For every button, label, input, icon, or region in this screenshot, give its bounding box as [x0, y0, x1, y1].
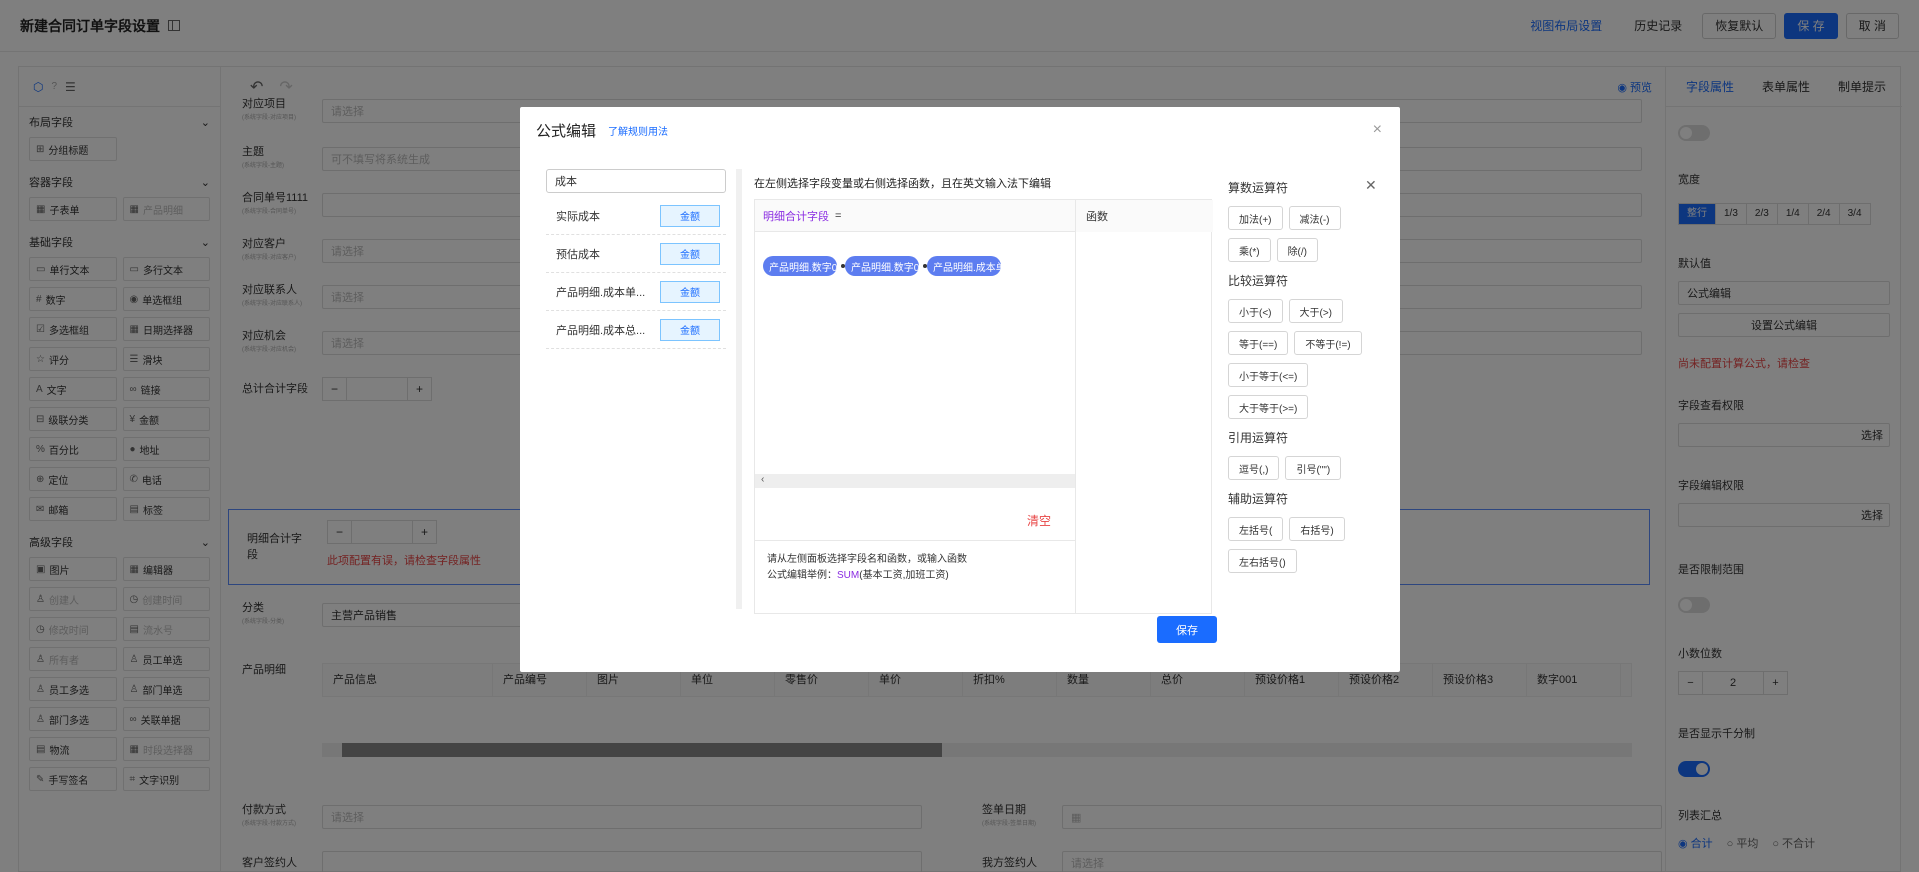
field-list-item[interactable]: 预估成本 金额 — [546, 235, 726, 273]
operator-button[interactable]: 引号("") — [1285, 456, 1342, 480]
field-list-item[interactable]: 产品明细.成本总... 金额 — [546, 311, 726, 349]
operator-button[interactable]: 大于等于(>=) — [1228, 395, 1309, 419]
field-variable-list: 成本 实际成本 金额 预估成本 金额 产品明细.成本单... 金额 产品明细.成本总... 金… — [546, 169, 726, 589]
dialog-header: 公式编辑 了解规则用法 — [520, 107, 1400, 153]
editor-hint: 在左侧选择字段变量或右侧选择函数，且在英文输入法下编辑 — [754, 178, 1051, 190]
rules-help-link[interactable]: 了解规则用法 — [608, 123, 668, 138]
field-type-tag: 金额 — [660, 204, 720, 227]
dialog-save-button[interactable]: 保存 — [1157, 616, 1217, 643]
field-type-tag: 金额 — [660, 318, 720, 341]
operator-button[interactable]: 逗号(,) — [1228, 456, 1280, 480]
operator-section-title: 算数运算符 — [1228, 181, 1289, 195]
editor-tip: 请从左侧面板选择字段名和函数，或输入函数 公式编辑举例：SUM(基本工资,加班工… — [767, 552, 967, 584]
clear-button[interactable]: 清空 — [1027, 512, 1051, 529]
function-header: 函数 — [1075, 200, 1213, 232]
operator-button[interactable]: 加法(+) — [1228, 206, 1283, 230]
field-list-item[interactable]: 产品明细.成本单... 金额 — [546, 273, 726, 311]
field-name: 产品明细.成本单... — [556, 286, 646, 299]
expression-scrollbar[interactable]: ‹ — [755, 474, 1075, 488]
operator-buttons: 左括号(右括号) 左右括号() — [1228, 517, 1368, 573]
tip-line-1: 请从左侧面板选择字段名和函数，或输入函数 — [767, 554, 967, 565]
field-items: 实际成本 金额 预估成本 金额 产品明细.成本单... 金额 产品明细.成本总... 金额 — [546, 197, 726, 349]
operator-button[interactable]: 小于(<) — [1228, 299, 1283, 323]
formula-token[interactable]: 产品明细.成本单价 — [927, 256, 1001, 276]
editor-separator — [755, 540, 1075, 541]
dialog-title: 公式编辑 — [536, 122, 597, 140]
field-name: 实际成本 — [556, 210, 600, 223]
field-list-item[interactable]: 实际成本 金额 — [546, 197, 726, 235]
field-name: 预估成本 — [556, 248, 600, 261]
target-field-name: 明细合计字段 — [763, 210, 829, 223]
operator-section-title: 辅助运算符 — [1228, 492, 1289, 506]
function-list[interactable] — [1075, 232, 1213, 613]
operator-button[interactable]: 等于(==) — [1228, 331, 1289, 355]
panel-divider[interactable] — [736, 169, 742, 609]
operator-section-title: 比较运算符 — [1228, 274, 1289, 288]
field-type-tag: 金额 — [660, 280, 720, 303]
operator-button[interactable]: 左括号( — [1228, 517, 1284, 541]
operator-buttons: 加法(+) 减法(-) 乘(*) 除(/) — [1228, 206, 1368, 262]
operator-section-title: 引用运算符 — [1228, 431, 1289, 445]
operator-buttons: 小于(<) 大于(>) 等于(==) 不等于(!=) 小于等于(<=) 大于等于(>=) — [1228, 299, 1368, 419]
operator-button[interactable]: 右括号) — [1289, 517, 1345, 541]
field-search-input[interactable]: 成本 — [546, 169, 726, 193]
formula-editor: 明细合计字段 = 函数 产品明细.数字001 产品明细.数字002 产品明细.成本单价… — [754, 199, 1213, 614]
close-icon[interactable]: × — [1373, 121, 1382, 139]
tip-line-2: 公式编辑举例：SUM(基本工资,加班工资) — [767, 570, 949, 581]
operator-button[interactable]: 不等于(!=) — [1294, 331, 1362, 355]
operator-button[interactable]: 大于(>) — [1288, 299, 1343, 323]
operator-button[interactable]: 乘(*) — [1228, 238, 1271, 262]
operator-button[interactable]: 除(/) — [1276, 238, 1319, 262]
formula-editor-dialog: 公式编辑 了解规则用法 × 成本 实际成本 金额 预估成本 金额 产品明细.成本单...… — [520, 107, 1400, 672]
field-type-tag: 金额 — [660, 242, 720, 265]
operator-button[interactable]: 减法(-) — [1288, 206, 1341, 230]
operator-panel-close-icon[interactable]: ✕ — [1365, 177, 1377, 194]
equals-sign: = — [835, 209, 842, 222]
operator-buttons: 逗号(,) 引号("") — [1228, 456, 1368, 480]
field-name: 产品明细.成本总... — [556, 324, 646, 337]
formula-token[interactable]: 产品明细.数字002 — [845, 256, 919, 276]
formula-token[interactable]: 产品明细.数字001 — [763, 256, 837, 276]
operator-panel: 算数运算符加法(+) 减法(-) 乘(*) 除(/) 比较运算符小于(<) 大于(>) 等于… — [1228, 179, 1368, 583]
operator-button[interactable]: 小于等于(<=) — [1228, 363, 1309, 387]
operator-button[interactable]: 左右括号() — [1228, 549, 1297, 573]
